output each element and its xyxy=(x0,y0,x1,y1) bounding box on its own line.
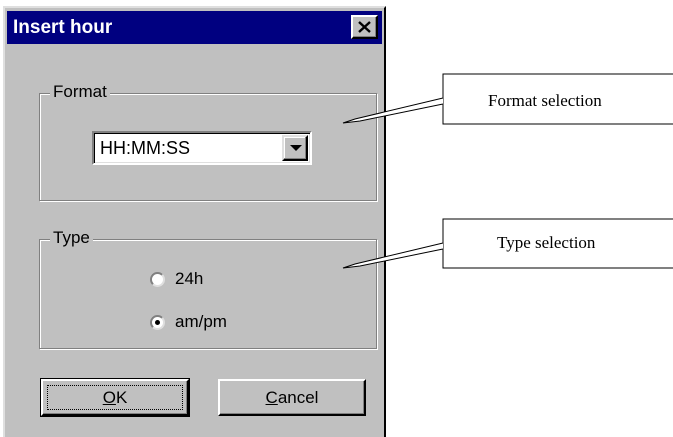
ok-button[interactable]: OK xyxy=(40,378,190,417)
radio-24h-icon[interactable] xyxy=(150,271,165,287)
focus-ring xyxy=(47,385,183,410)
format-combobox[interactable]: HH:MM:SS xyxy=(92,131,312,165)
title-bar[interactable]: Insert hour xyxy=(7,11,382,44)
format-groupbox: Format HH:MM:SS xyxy=(39,82,377,201)
format-combobox-value: HH:MM:SS xyxy=(100,138,190,158)
type-groupbox: Type 24h am/pm xyxy=(39,228,377,349)
radio-option-ampm[interactable]: am/pm xyxy=(150,311,227,333)
insert-hour-dialog: Insert hour Format HH:MM:SS Type 24h am/… xyxy=(3,6,386,437)
cancel-button[interactable]: Cancel xyxy=(218,379,366,416)
cancel-label-rest: ancel xyxy=(277,387,319,407)
format-callout-label: Format selection xyxy=(488,91,602,110)
format-group-label: Format xyxy=(50,82,110,102)
radio-option-24h[interactable]: 24h xyxy=(150,268,203,290)
chevron-down-icon[interactable] xyxy=(282,135,308,161)
radio-ampm-icon[interactable] xyxy=(150,314,165,330)
close-button[interactable] xyxy=(351,15,378,39)
cancel-button-label: Cancel xyxy=(266,388,319,408)
cancel-mnemonic: C xyxy=(265,387,278,407)
dialog-title: Insert hour xyxy=(13,17,113,38)
radio-ampm-label: am/pm xyxy=(175,312,227,331)
radio-24h-label: 24h xyxy=(175,269,204,288)
close-icon xyxy=(358,21,371,33)
type-group-label: Type xyxy=(50,228,93,248)
type-callout-label: Type selection xyxy=(497,233,596,252)
